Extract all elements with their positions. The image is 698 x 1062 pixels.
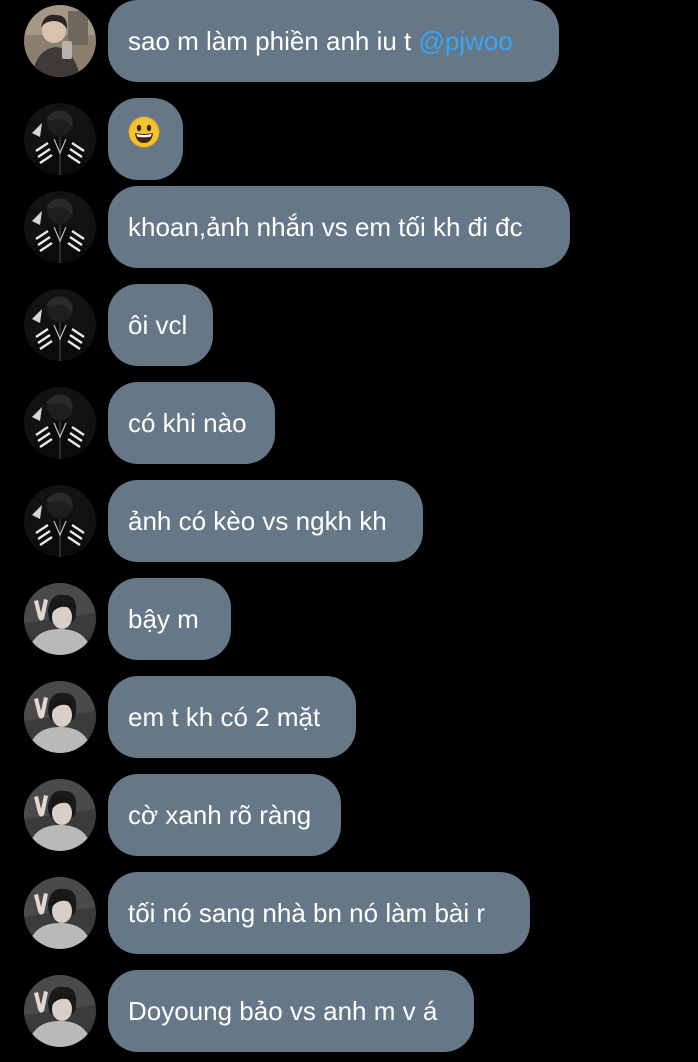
message-row: cờ xanh rõ ràng bbox=[0, 774, 698, 856]
message-bubble[interactable]: cờ xanh rõ ràng bbox=[108, 774, 341, 856]
message-bubble[interactable]: sao m làm phiền anh iu t @pjwoo bbox=[108, 0, 559, 82]
avatar-dark-jacket[interactable] bbox=[24, 191, 96, 263]
message-row: em t kh có 2 mặt bbox=[0, 676, 698, 758]
message-row: bậy m bbox=[0, 578, 698, 660]
message-row: sao m làm phiền anh iu t @pjwoo bbox=[0, 0, 698, 82]
message-text: em t kh có 2 mặt bbox=[128, 702, 321, 732]
message-text: ảnh có kèo vs ngkh kh bbox=[128, 506, 387, 536]
message-row bbox=[0, 98, 698, 180]
message-text: tối nó sang nhà bn nó làm bài r bbox=[128, 898, 486, 928]
message-text: có khi nào bbox=[128, 408, 247, 438]
grinning-face-icon bbox=[128, 98, 160, 180]
message-row: tối nó sang nhà bn nó làm bài r bbox=[0, 872, 698, 954]
message-row: Doyoung bảo vs anh m v á bbox=[0, 970, 698, 1052]
avatar-peace-sign[interactable] bbox=[24, 779, 96, 851]
avatar-peace-sign[interactable] bbox=[24, 975, 96, 1047]
avatar-dark-jacket[interactable] bbox=[24, 289, 96, 361]
message-bubble[interactable]: tối nó sang nhà bn nó làm bài r bbox=[108, 872, 530, 954]
message-text: bậy m bbox=[128, 604, 199, 634]
message-text: sao m làm phiền anh iu t bbox=[128, 26, 419, 56]
message-row: ảnh có kèo vs ngkh kh bbox=[0, 480, 698, 562]
message-text: ôi vcl bbox=[128, 310, 188, 340]
avatar-peace-sign[interactable] bbox=[24, 681, 96, 753]
message-bubble[interactable]: khoan,ảnh nhắn vs em tối kh đi đc bbox=[108, 186, 570, 268]
message-bubble[interactable]: ôi vcl bbox=[108, 284, 213, 366]
message-row: khoan,ảnh nhắn vs em tối kh đi đc bbox=[0, 186, 698, 268]
avatar-selfie[interactable] bbox=[24, 5, 96, 77]
message-text: cờ xanh rõ ràng bbox=[128, 800, 312, 830]
message-row: có khi nào bbox=[0, 382, 698, 464]
avatar-peace-sign[interactable] bbox=[24, 583, 96, 655]
message-bubble[interactable]: Doyoung bảo vs anh m v á bbox=[108, 970, 474, 1052]
avatar-peace-sign[interactable] bbox=[24, 877, 96, 949]
message-bubble[interactable] bbox=[108, 98, 183, 180]
message-bubble[interactable]: có khi nào bbox=[108, 382, 275, 464]
message-text: khoan,ảnh nhắn vs em tối kh đi đc bbox=[128, 212, 523, 242]
avatar-dark-jacket[interactable] bbox=[24, 103, 96, 175]
message-bubble[interactable]: ảnh có kèo vs ngkh kh bbox=[108, 480, 423, 562]
chat-thread: sao m làm phiền anh iu t @pjwoo khoan,ản… bbox=[0, 0, 698, 1062]
mention-link[interactable]: @pjwoo bbox=[419, 26, 513, 56]
message-bubble[interactable]: em t kh có 2 mặt bbox=[108, 676, 356, 758]
avatar-dark-jacket[interactable] bbox=[24, 485, 96, 557]
message-text: Doyoung bảo vs anh m v á bbox=[128, 996, 438, 1026]
message-row: ôi vcl bbox=[0, 284, 698, 366]
avatar-dark-jacket[interactable] bbox=[24, 387, 96, 459]
message-bubble[interactable]: bậy m bbox=[108, 578, 231, 660]
